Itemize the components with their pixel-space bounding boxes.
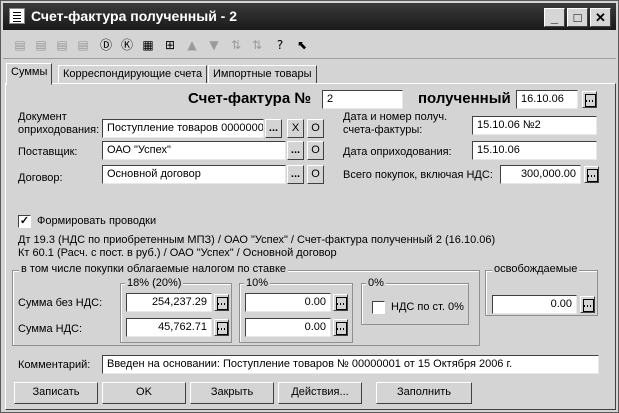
write-button[interactable]: Записать	[14, 382, 98, 404]
find-icon[interactable]: ⊞	[161, 36, 179, 54]
toolbar: ▤ ▤ ▤ ▤ Ⓓ Ⓚ ▦ ⊞ ▲ ▼ ⇅ ⇅ ? ⬉	[3, 32, 616, 59]
close-form-button[interactable]: Закрыть	[190, 382, 274, 404]
down-icon[interactable]: ▼	[205, 36, 223, 54]
copy-icon[interactable]: ▤	[32, 36, 50, 54]
tab-panel-sums: Счет-фактура № 2 полученный 16.10.06 Док…	[5, 83, 616, 410]
contract-label: Договор:	[18, 172, 63, 184]
posting-line-debit: Дт 19.3 (НДС по приобретенным МПЗ) / ОАО…	[18, 234, 496, 246]
postings-checkbox[interactable]: ✓	[18, 215, 31, 228]
date-number-label-2: счета-фактуры:	[343, 124, 423, 136]
rate18-vat-field[interactable]: 45,762.71	[126, 318, 212, 337]
receipt-date-label: Дата оприходования:	[343, 146, 452, 158]
doc-select-button[interactable]: ...	[265, 119, 282, 138]
sort-za-icon[interactable]: ⇅	[248, 36, 266, 54]
total-field[interactable]: 300,000.00	[500, 165, 581, 184]
print-dk-icon[interactable]: Ⓚ	[118, 36, 136, 54]
rate18-sum-calculator-icon[interactable]	[214, 294, 229, 311]
up-icon[interactable]: ▲	[183, 36, 201, 54]
supplier-select-button[interactable]: ...	[287, 141, 304, 160]
sum-without-vat-label: Сумма без НДС:	[18, 297, 103, 309]
exempt-field[interactable]: 0.00	[492, 295, 577, 314]
rate10-title: 10%	[244, 277, 271, 289]
date-number-label: Дата и номер получ.	[343, 111, 448, 123]
supplier-open-button[interactable]: O	[307, 141, 324, 160]
invoice-window: Счет-фактура полученный - 2 _ □ ✕ ▤ ▤ ▤ …	[0, 0, 619, 413]
supplier-field[interactable]: ОАО "Успех"	[102, 141, 286, 160]
pointer-help-icon[interactable]: ⬉	[293, 36, 311, 54]
posting-line-credit: Кт 60.1 (Расч. с пост. в руб.) / ОАО "Ус…	[18, 247, 337, 259]
tab-corresponding-accounts[interactable]: Корреспондирующие счета	[58, 65, 208, 84]
calendar-icon[interactable]	[582, 91, 597, 108]
received-label: полученный	[418, 90, 511, 107]
taxed-group-title: в том числе покупки облагаемые налогом п…	[19, 263, 289, 275]
sort-az-icon[interactable]: ⇅	[227, 36, 245, 54]
title-bar: Счет-фактура полученный - 2 _ □ ✕	[3, 3, 616, 30]
rate10-sum-calculator-icon[interactable]	[333, 294, 348, 311]
rate0-checkbox[interactable]	[372, 301, 385, 314]
date-number-field[interactable]: 15.10.06 №2	[472, 116, 597, 135]
edit-icon[interactable]: ▤	[53, 36, 71, 54]
doc-label-2: оприходования:	[18, 124, 100, 136]
doc-date-field[interactable]: 16.10.06	[516, 90, 578, 109]
maximize-button[interactable]: □	[567, 8, 588, 27]
exempt-calculator-icon[interactable]	[580, 296, 595, 313]
rate10-vat-field[interactable]: 0.00	[245, 318, 331, 337]
contract-open-button[interactable]: O	[307, 165, 324, 184]
minimize-button[interactable]: _	[544, 8, 565, 27]
postings-label: Формировать проводки	[37, 215, 157, 227]
rate0-checkbox-label: НДС по ст. 0%	[391, 301, 464, 313]
contract-select-button[interactable]: ...	[287, 165, 304, 184]
total-label: Всего покупок, включая НДС:	[343, 169, 493, 181]
rate18-sum-field[interactable]: 254,237.29	[126, 293, 212, 312]
calculator-icon[interactable]	[584, 166, 599, 183]
rate10-vat-calculator-icon[interactable]	[333, 319, 348, 336]
rate0-title: 0%	[366, 277, 386, 289]
supplier-label: Поставщик:	[18, 146, 78, 158]
fill-button[interactable]: Заполнить	[376, 382, 472, 404]
doc-title: Счет-фактура №	[188, 90, 312, 107]
receipt-date-field[interactable]: 15.10.06	[472, 141, 597, 160]
doc-field[interactable]: Поступление товаров 00000001	[102, 119, 264, 138]
post-icon[interactable]: ▦	[139, 36, 157, 54]
ok-button[interactable]: OK	[102, 382, 186, 404]
exempt-title: освобождаемые	[492, 263, 580, 275]
tab-imported-goods[interactable]: Импортные товары	[208, 65, 317, 84]
doc-clear-button[interactable]: X	[287, 119, 304, 138]
doc-open-button[interactable]: O	[307, 119, 324, 138]
help-icon[interactable]: ?	[271, 36, 289, 54]
contract-field[interactable]: Основной договор	[102, 165, 286, 184]
rate18-vat-calculator-icon[interactable]	[214, 319, 229, 336]
close-button[interactable]: ✕	[590, 8, 611, 27]
print-dt-icon[interactable]: Ⓓ	[97, 36, 115, 54]
window-title: Счет-фактура полученный - 2	[31, 8, 238, 24]
document-icon	[9, 8, 25, 24]
doc-label: Документ	[18, 111, 67, 123]
delete-icon[interactable]: ▤	[74, 36, 92, 54]
comment-field[interactable]: Введен на основании: Поступление товаров…	[102, 355, 599, 374]
comment-label: Комментарий:	[18, 359, 91, 371]
tab-sums[interactable]: Суммы	[6, 63, 53, 85]
doc-number-field[interactable]: 2	[322, 90, 403, 109]
rate18-title: 18% (20%)	[125, 277, 184, 289]
rate10-sum-field[interactable]: 0.00	[245, 293, 331, 312]
actions-button[interactable]: Действия...	[278, 382, 362, 404]
new-icon[interactable]: ▤	[11, 36, 29, 54]
vat-sum-label: Сумма НДС:	[18, 323, 83, 335]
